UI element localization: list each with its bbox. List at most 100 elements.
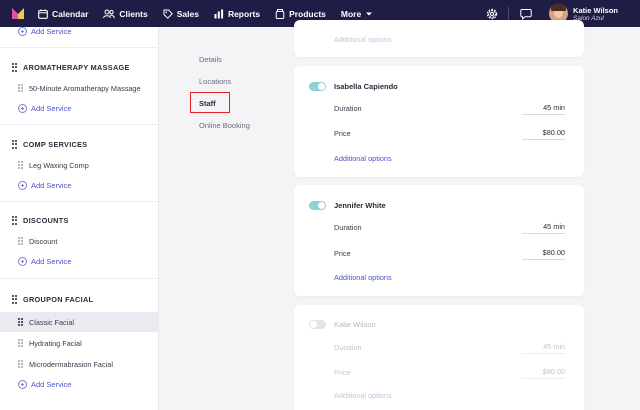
staff-card: Jennifer White Duration 45 min Price $80… xyxy=(294,185,584,296)
nav-clients-label: Clients xyxy=(119,8,148,19)
group-header[interactable]: GROUPON FACIAL xyxy=(12,295,93,304)
app-logo[interactable] xyxy=(12,8,24,19)
additional-options-link[interactable]: Additional options xyxy=(334,35,392,44)
service-name: Hydrating Facial xyxy=(29,338,82,348)
service-row[interactable]: Discount xyxy=(0,231,158,251)
plus-circle-icon xyxy=(18,27,27,36)
price-label: Price xyxy=(334,249,351,258)
nav-products[interactable]: Products xyxy=(275,8,326,19)
drag-handle-icon[interactable] xyxy=(12,216,17,225)
group-header[interactable]: AROMATHERAPY MASSAGE xyxy=(12,63,130,72)
service-row[interactable]: Leg Waxing Comp xyxy=(0,155,158,175)
price-field[interactable]: $80.00 xyxy=(522,248,565,260)
add-service-label: Add Service xyxy=(31,181,72,190)
service-name: Microdermabrasion Facial xyxy=(29,359,113,369)
staff-name: Isabella Capiendo xyxy=(334,82,398,91)
divider xyxy=(0,278,158,279)
nav-more[interactable]: More xyxy=(341,9,373,19)
duration-label: Duration xyxy=(334,223,362,232)
group-header[interactable]: COMP SERVICES xyxy=(12,140,87,149)
plus-circle-icon xyxy=(18,181,27,190)
tab-online-booking[interactable]: Online Booking xyxy=(199,121,250,130)
staff-card-disabled: Katie Wilson Duration 45 min Price $80.0… xyxy=(294,305,584,410)
nav-reports-label: Reports xyxy=(227,8,261,19)
group-title: DISCOUNTS xyxy=(23,216,69,225)
drag-handle-icon[interactable] xyxy=(12,295,17,304)
add-service-button[interactable]: Add Service xyxy=(18,380,71,389)
staff-toggle[interactable] xyxy=(309,201,326,210)
nav-sales[interactable]: Sales xyxy=(163,9,199,19)
service-row[interactable]: Hydrating Facial xyxy=(0,333,158,353)
nav-calendar[interactable]: Calendar xyxy=(38,9,88,19)
group-title: COMP SERVICES xyxy=(23,140,88,149)
drag-handle-icon[interactable] xyxy=(18,359,23,369)
price-field[interactable]: $80.00 xyxy=(522,128,565,140)
drag-handle-icon[interactable] xyxy=(18,317,23,327)
price-label: Price xyxy=(334,368,351,377)
staff-toggle[interactable] xyxy=(309,320,326,329)
nav-clients[interactable]: Clients xyxy=(103,8,148,19)
add-service-button[interactable]: Add Service xyxy=(18,181,71,190)
service-row[interactable]: 50-Minute Aromatherapy Massage xyxy=(0,78,158,98)
group-title: AROMATHERAPY MASSAGE xyxy=(23,63,130,72)
price-label: Price xyxy=(334,129,351,138)
add-service-label: Add Service xyxy=(31,380,72,389)
group-header[interactable]: DISCOUNTS xyxy=(12,216,69,225)
duration-label: Duration xyxy=(334,104,362,113)
duration-field[interactable]: 45 min xyxy=(522,222,565,234)
drag-handle-icon[interactable] xyxy=(18,236,23,246)
staff-name: Katie Wilson xyxy=(334,320,376,329)
divider xyxy=(0,47,158,48)
additional-options-link[interactable]: Additional options xyxy=(334,154,392,163)
service-name: Discount xyxy=(29,236,58,246)
plus-circle-icon xyxy=(18,104,27,113)
nav-more-label: More xyxy=(340,8,362,19)
tab-locations[interactable]: Locations xyxy=(199,77,231,86)
staff-toggle[interactable] xyxy=(309,82,326,91)
user-menu[interactable]: Katie Wilson Salon Azul xyxy=(573,6,618,22)
service-name: Leg Waxing Comp xyxy=(29,160,89,170)
service-name: 50-Minute Aromatherapy Massage xyxy=(29,83,141,93)
additional-options-link[interactable]: Additional options xyxy=(334,273,392,282)
service-row[interactable]: Microdermabrasion Facial xyxy=(0,354,158,374)
add-service-button[interactable]: Add Service xyxy=(18,27,71,36)
plus-circle-icon xyxy=(18,380,27,389)
chat-icon xyxy=(519,8,532,20)
duration-label: Duration xyxy=(334,343,362,352)
nav-sales-label: Sales xyxy=(176,8,199,19)
group-title: GROUPON FACIAL xyxy=(23,295,94,304)
service-row-active[interactable]: Classic Facial xyxy=(0,312,158,332)
drag-handle-icon[interactable] xyxy=(12,140,17,149)
duration-field[interactable]: 45 min xyxy=(522,342,565,354)
add-service-button[interactable]: Add Service xyxy=(18,257,71,266)
clients-icon xyxy=(103,9,116,18)
drag-handle-icon[interactable] xyxy=(18,160,23,170)
divider xyxy=(0,201,158,202)
tab-details[interactable]: Details xyxy=(199,55,222,64)
products-icon xyxy=(275,8,285,19)
chevron-down-icon xyxy=(366,12,373,15)
nav-products-label: Products xyxy=(289,8,326,19)
add-service-label: Add Service xyxy=(31,257,72,266)
gear-icon xyxy=(486,8,497,19)
user-name: Katie Wilson xyxy=(573,5,618,15)
staff-name: Jennifer White xyxy=(334,201,386,210)
staff-tab-highlight xyxy=(190,92,230,113)
add-service-label: Add Service xyxy=(31,27,72,36)
additional-options-link[interactable]: Additional options xyxy=(334,391,392,400)
nav-calendar-label: Calendar xyxy=(52,8,89,19)
reports-icon xyxy=(214,9,224,18)
duration-field[interactable]: 45 min xyxy=(522,103,565,115)
nav-reports[interactable]: Reports xyxy=(214,9,260,19)
plus-circle-icon xyxy=(18,257,27,266)
staff-card: Isabella Capiendo Duration 45 min Price … xyxy=(294,66,584,177)
divider xyxy=(0,124,158,125)
nav-divider xyxy=(508,6,510,21)
service-sidebar: Add Service AROMATHERAPY MASSAGE 50-Minu… xyxy=(0,27,159,410)
drag-handle-icon[interactable] xyxy=(12,63,17,72)
drag-handle-icon[interactable] xyxy=(18,338,23,348)
add-service-button[interactable]: Add Service xyxy=(18,104,71,113)
drag-handle-icon[interactable] xyxy=(18,83,23,93)
price-field[interactable]: $80.00 xyxy=(522,367,565,379)
staff-card-partial: Additional options xyxy=(294,20,584,57)
